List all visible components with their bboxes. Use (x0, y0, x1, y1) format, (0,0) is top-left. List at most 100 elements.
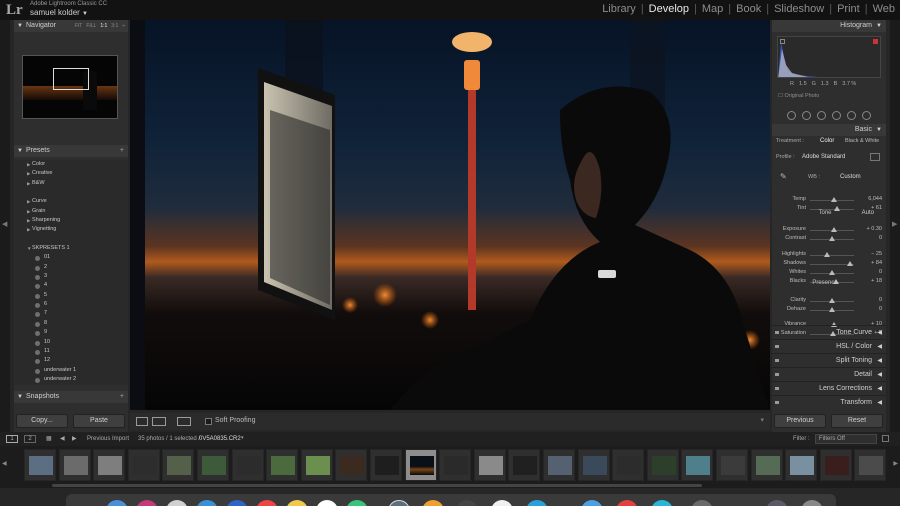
slider-value[interactable]: + 84 (860, 260, 882, 266)
copy-button[interactable]: Copy... (16, 414, 68, 428)
preset-item[interactable]: 4 (14, 281, 128, 290)
loupe-view-icon[interactable] (136, 417, 148, 426)
preset-group-curve[interactable]: ▶ Curve (14, 197, 128, 206)
thumbnail[interactable] (162, 449, 194, 481)
preset-group-color[interactable]: ▶ Color (14, 160, 128, 169)
panel-switch-icon[interactable] (775, 401, 779, 404)
grid-view-icon[interactable]: ▦ (46, 435, 52, 442)
thumbnail[interactable] (474, 449, 506, 481)
screen-2-button[interactable]: 2 (24, 435, 36, 443)
preset-group-grain[interactable]: ▶ Grain (14, 207, 128, 216)
auto-tone-button[interactable]: Auto (862, 210, 874, 216)
identity-plate[interactable]: samuel kolder ▼ (30, 8, 88, 17)
selected-filename[interactable]: 0V5A0835.CR2 (199, 436, 241, 442)
panel-switch-icon[interactable] (775, 373, 779, 376)
slider-knob[interactable] (824, 252, 830, 257)
treatment-color[interactable]: Color (820, 138, 834, 144)
slider-contrast[interactable]: Contrast 0 (776, 235, 882, 244)
slider-value[interactable]: 0 (860, 235, 882, 241)
highlight-clip-icon[interactable] (873, 39, 878, 44)
calendar-icon[interactable] (256, 500, 278, 506)
add-snapshot-icon[interactable]: + (120, 391, 124, 403)
lightroom-dock-icon[interactable] (388, 500, 410, 506)
transform-panel-header[interactable]: Transform ◀ (772, 395, 886, 409)
navigator-zoom-frame[interactable] (53, 68, 89, 90)
spot-removal-icon[interactable] (802, 110, 811, 120)
previous-button[interactable]: Previous (774, 414, 826, 428)
filename-dropdown-icon[interactable]: ▾ (241, 435, 244, 441)
right-panel-toggle[interactable]: ▶ (890, 20, 900, 432)
wb-select[interactable]: Custom (840, 174, 861, 180)
reminders-icon[interactable] (316, 500, 338, 506)
app-icon[interactable] (651, 500, 673, 506)
preset-item[interactable]: 3 (14, 272, 128, 281)
app-icon[interactable] (616, 500, 638, 506)
reset-button[interactable]: Reset (831, 414, 883, 428)
thumbnail[interactable] (59, 449, 91, 481)
zoom-more-icon[interactable]: ÷ (122, 20, 125, 32)
preset-group-creative[interactable]: ▶ Creative (14, 169, 128, 178)
thumbnail[interactable] (612, 449, 644, 481)
panel-switch-icon[interactable] (775, 359, 779, 362)
thumbnail[interactable] (681, 449, 713, 481)
toolbar-menu-icon[interactable]: ▾ (760, 416, 764, 424)
preset-item[interactable]: 8 (14, 319, 128, 328)
navigator-preview[interactable] (22, 55, 118, 119)
tone-curve-panel-header[interactable]: Tone Curve ◀ (772, 325, 886, 339)
app-icon[interactable] (136, 500, 158, 506)
app-icon[interactable] (526, 500, 548, 506)
preset-group-user[interactable]: ▼ SKPRESETS 1 (14, 244, 128, 253)
slider-dehaze[interactable]: Dehaze 0 (776, 306, 882, 315)
panel-switch-icon[interactable] (775, 345, 779, 348)
preset-item[interactable]: 5 (14, 291, 128, 300)
slider-knob[interactable] (831, 227, 837, 232)
soft-proofing-checkbox[interactable] (205, 418, 212, 425)
preset-item[interactable]: 11 (14, 347, 128, 356)
compare-view-icon[interactable] (177, 417, 191, 426)
thumbnail[interactable] (93, 449, 125, 481)
slider-temp[interactable]: Temp 6,044 (776, 196, 882, 205)
module-web[interactable]: Web (868, 3, 900, 19)
preset-item[interactable]: 12 (14, 356, 128, 365)
thumbnail[interactable] (301, 449, 333, 481)
crop-tool-icon[interactable] (787, 110, 796, 120)
treatment-bw[interactable]: Black & White (845, 138, 879, 144)
thumbnail[interactable] (197, 449, 229, 481)
preset-group-bw[interactable]: ▶ B&W (14, 179, 128, 188)
preset-item[interactable]: 10 (14, 338, 128, 347)
thumbnail[interactable] (24, 449, 56, 481)
split-toning-panel-header[interactable]: Split Toning ◀ (772, 353, 886, 367)
slider-shadows[interactable]: Shadows + 84 (776, 260, 882, 269)
profile-select[interactable]: Adobe Standard (802, 154, 845, 160)
downloads-icon[interactable] (766, 500, 788, 506)
navigator-header[interactable]: ▼ Navigator FIT FILL 1:1 3:1 ÷ (14, 20, 128, 32)
preset-item[interactable]: 9 (14, 328, 128, 337)
module-book[interactable]: Book (731, 3, 766, 19)
app-icon[interactable] (456, 500, 478, 506)
preset-item[interactable]: 7 (14, 309, 128, 318)
thumbnail[interactable] (785, 449, 817, 481)
hsl-panel-header[interactable]: HSL / Color ◀ (772, 339, 886, 353)
thumbnail[interactable] (716, 449, 748, 481)
zoom-fit[interactable]: FIT (75, 20, 83, 32)
thumbnail[interactable] (370, 449, 402, 481)
filmstrip-left-arrow-icon[interactable]: ◀ (2, 460, 7, 467)
module-map[interactable]: Map (697, 3, 728, 19)
preset-item[interactable]: underwater 2 (14, 375, 128, 384)
screen-1-button[interactable]: 1 (6, 435, 18, 443)
slider-clarity[interactable]: Clarity 0 (776, 297, 882, 306)
source-label[interactable]: Previous Import (87, 436, 129, 442)
histogram-header[interactable]: Histogram ▼ (772, 20, 886, 32)
slider-whites[interactable]: Whites 0 (776, 269, 882, 278)
thumbnail[interactable] (128, 449, 160, 481)
thumbnail[interactable] (854, 449, 886, 481)
thumbnail[interactable] (335, 449, 367, 481)
detail-panel-header[interactable]: Detail ◀ (772, 367, 886, 381)
app-icon[interactable] (422, 500, 444, 506)
left-panel-toggle[interactable]: ◀ (0, 20, 10, 432)
lens-corrections-panel-header[interactable]: Lens Corrections ◀ (772, 381, 886, 395)
zoom-1-1[interactable]: 1:1 (100, 20, 107, 32)
thumbnail[interactable] (232, 449, 264, 481)
add-preset-icon[interactable]: + (120, 145, 124, 157)
module-slideshow[interactable]: Slideshow (769, 3, 829, 19)
